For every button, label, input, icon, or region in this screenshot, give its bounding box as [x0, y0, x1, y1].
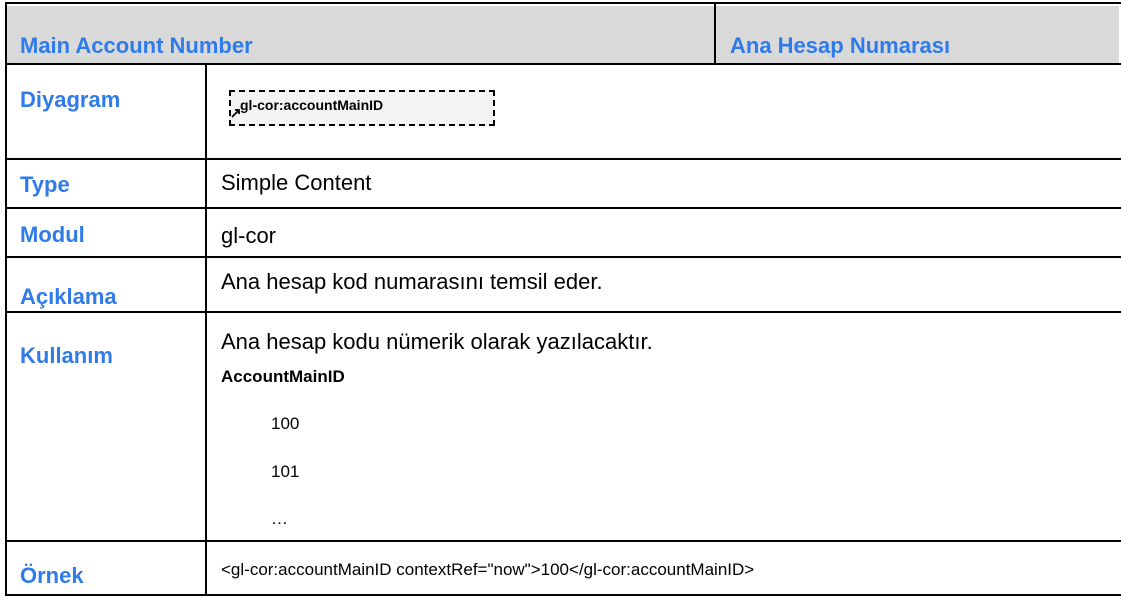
- border-header-bottom: [5, 63, 1121, 65]
- row-value-kullanim: Ana hesap kodu nümerik olarak yazılacakt…: [221, 329, 653, 354]
- row-label-aciklama: Açıklama: [20, 284, 117, 309]
- row-label-kullanim: Kullanım: [20, 343, 113, 368]
- border-type-bottom: [5, 207, 1121, 209]
- example-value-ellipsis: …: [271, 509, 288, 528]
- header-title-en: Main Account Number: [20, 33, 253, 58]
- row-value-type: Simple Content: [221, 170, 372, 195]
- border-modul-bottom: [5, 256, 1121, 258]
- row-value-aciklama: Ana hesap kod numarasını temsil eder.: [221, 269, 603, 294]
- example-value-2: 101: [271, 462, 300, 481]
- border-top: [5, 2, 1121, 4]
- border-diagram-bottom: [5, 158, 1121, 160]
- border-aciklama-bottom: [5, 311, 1121, 313]
- field-name: AccountMainID: [221, 367, 345, 386]
- border-left: [5, 2, 7, 596]
- row-label-type: Type: [20, 172, 70, 197]
- row-label-diyagram: Diyagram: [20, 87, 121, 112]
- header-title-tr: Ana Hesap Numarası: [730, 33, 951, 58]
- border-header-divider: [714, 2, 716, 65]
- example-value-1: 100: [271, 414, 300, 433]
- info-table: [5, 2, 1121, 598]
- row-label-modul: Modul: [20, 222, 85, 247]
- row-value-ornek: <gl-cor:accountMainID contextRef="now">1…: [221, 560, 755, 579]
- diagram-element-name: gl-cor:accountMainID: [240, 97, 384, 113]
- border-bottom: [5, 594, 1121, 596]
- border-label-divider: [205, 63, 207, 596]
- border-kullanim-bottom: [5, 540, 1121, 542]
- row-value-modul: gl-cor: [221, 223, 277, 248]
- row-label-ornek: Örnek: [20, 563, 84, 588]
